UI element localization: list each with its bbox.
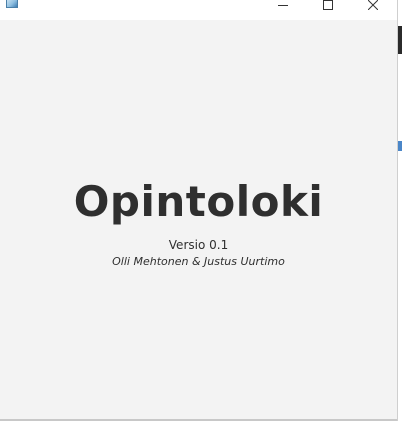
authors-label: Olli Mehtonen & Justus Uurtimo <box>112 255 285 268</box>
close-icon <box>368 0 378 10</box>
app-window: Opintoloki Versio 0.1 Olli Mehtonen & Ju… <box>0 0 397 421</box>
minimize-icon <box>278 0 288 10</box>
maximize-button[interactable] <box>305 0 351 16</box>
minimize-button[interactable] <box>260 0 306 16</box>
background-window-accent <box>398 141 402 151</box>
app-title: Opintoloki <box>73 177 324 226</box>
version-label: Versio 0.1 <box>168 238 229 252</box>
close-button[interactable] <box>350 0 396 16</box>
splash-content: Opintoloki Versio 0.1 Olli Mehtonen & Ju… <box>0 20 397 421</box>
maximize-icon <box>323 0 333 10</box>
app-icon[interactable] <box>6 0 18 8</box>
background-window-fragment <box>398 26 402 54</box>
background-window-edge <box>397 0 402 421</box>
title-bar[interactable] <box>0 0 397 20</box>
